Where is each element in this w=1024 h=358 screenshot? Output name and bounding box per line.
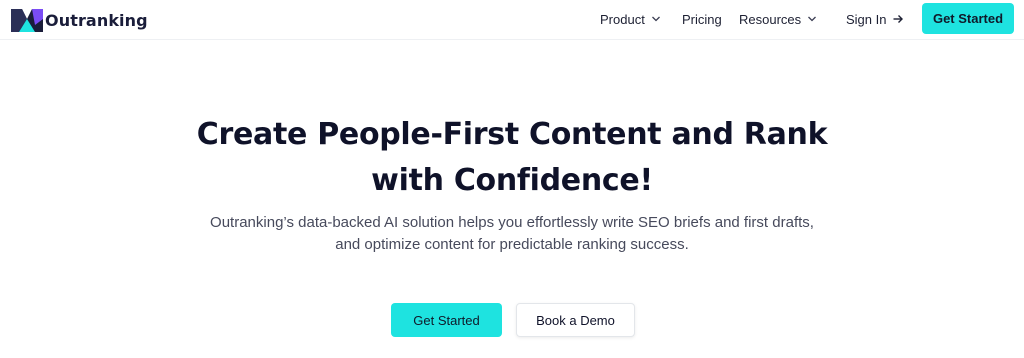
sign-in-label: Sign In — [846, 11, 887, 27]
nav-item-product[interactable]: Product — [600, 0, 661, 38]
chevron-down-icon — [808, 16, 817, 22]
chevron-down-icon — [651, 16, 660, 22]
nav-item-resources[interactable]: Resources — [739, 0, 817, 38]
hero-subtitle-line-1: Outranking’s data-backed AI solution hel… — [210, 214, 814, 231]
hero-title: Create People-First Content and Rank wit… — [0, 112, 1024, 204]
arrow-right-icon — [893, 15, 904, 23]
top-navigation: Outranking Product Pricing Resources Sig… — [0, 0, 1024, 40]
book-demo-button[interactable]: Book a Demo — [516, 303, 635, 337]
nav-get-started-button[interactable]: Get Started — [922, 3, 1014, 34]
hero-get-started-button[interactable]: Get Started — [391, 303, 502, 337]
sign-in-link[interactable]: Sign In — [846, 0, 904, 38]
hero-subtitle: Outranking’s data-backed AI solution hel… — [0, 212, 1024, 256]
brand-logo[interactable]: Outranking — [10, 6, 148, 34]
nav-item-pricing[interactable]: Pricing — [682, 0, 722, 38]
hero-title-line-2: with Confidence! — [371, 163, 653, 198]
hero-title-line-1: Create People-First Content and Rank — [196, 117, 828, 152]
nav-label-pricing: Pricing — [682, 11, 722, 27]
nav-label-product: Product — [600, 11, 645, 27]
brand-name: Outranking — [45, 10, 148, 30]
hero-subtitle-line-2: and optimize content for predictable ran… — [335, 236, 689, 253]
outranking-logo-icon — [11, 9, 43, 32]
nav-label-resources: Resources — [739, 11, 802, 27]
